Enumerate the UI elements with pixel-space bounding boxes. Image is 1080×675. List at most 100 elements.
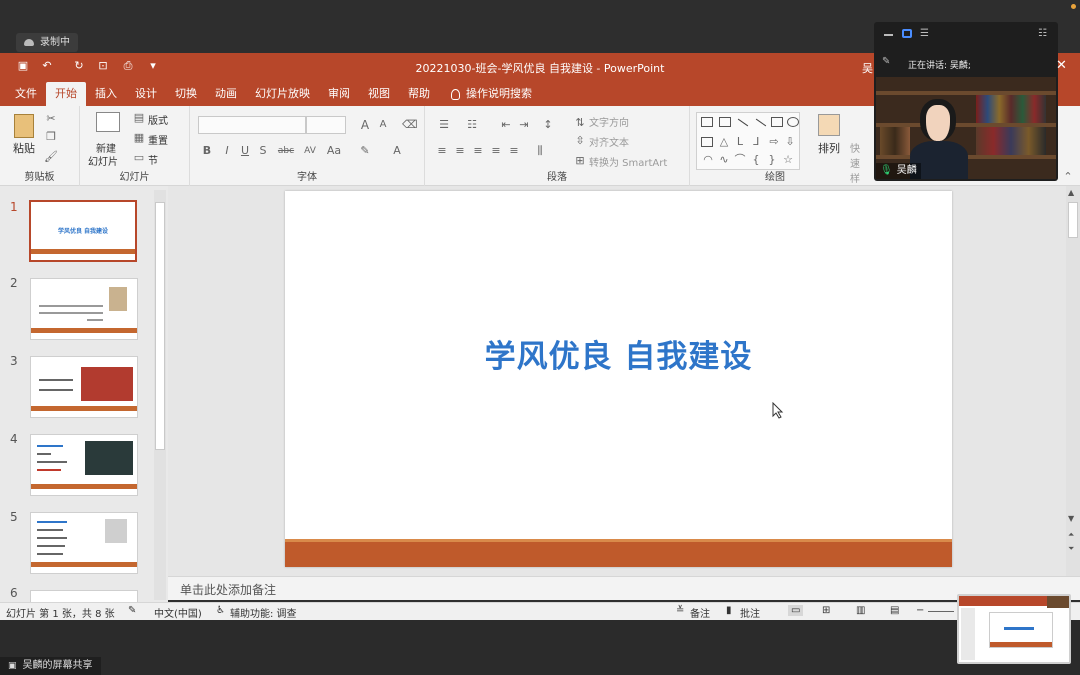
- cut-icon[interactable]: ✂: [44, 112, 58, 126]
- underline-button[interactable]: U: [238, 144, 252, 158]
- zoom-out-icon[interactable]: −: [916, 605, 924, 616]
- tab-home[interactable]: 开始: [46, 82, 86, 106]
- tab-insert[interactable]: 插入: [86, 82, 126, 106]
- comments-toggle[interactable]: 批注: [740, 605, 760, 620]
- section-icon[interactable]: ▭: [132, 151, 146, 165]
- shape-down-arrow-icon[interactable]: ⇩: [783, 135, 797, 149]
- slideshow-view-icon[interactable]: ▤: [890, 605, 899, 616]
- new-slide-icon[interactable]: [96, 112, 120, 132]
- shape-brace-left-icon[interactable]: {: [749, 153, 763, 167]
- thumbnail-scrollbar[interactable]: [154, 190, 166, 600]
- accessibility-icon[interactable]: ♿: [216, 605, 225, 616]
- shape-elbow-icon[interactable]: ᒪ: [733, 135, 747, 149]
- paste-icon[interactable]: [14, 114, 34, 138]
- reset-button[interactable]: 重置: [148, 132, 168, 147]
- align-left-icon[interactable]: ≡: [435, 144, 449, 158]
- shape-textbox-icon[interactable]: [701, 117, 713, 127]
- tab-transitions[interactable]: 切换: [166, 82, 206, 106]
- decrease-indent-icon[interactable]: ⇤: [499, 118, 513, 132]
- paste-button[interactable]: 粘贴: [13, 140, 35, 156]
- shape-elbow2-icon[interactable]: ᒧ: [749, 135, 763, 149]
- decrease-font-icon[interactable]: A: [376, 118, 390, 132]
- speaker-view-icon[interactable]: ☰: [920, 28, 929, 39]
- text-direction-button[interactable]: 文字方向: [589, 114, 629, 129]
- arrange-button[interactable]: 排列: [818, 140, 840, 156]
- tab-review[interactable]: 审阅: [319, 82, 359, 106]
- strikethrough-button[interactable]: abc: [276, 144, 296, 158]
- increase-font-icon[interactable]: A: [358, 118, 372, 132]
- tab-design[interactable]: 设计: [126, 82, 166, 106]
- accessibility-status[interactable]: 辅助功能: 调查: [230, 605, 297, 620]
- font-size-combo[interactable]: [306, 116, 346, 134]
- next-slide-icon[interactable]: ⏷: [1068, 544, 1074, 554]
- line-spacing-icon[interactable]: ↕: [541, 118, 555, 132]
- highlight-icon[interactable]: ✎: [358, 144, 372, 158]
- shape-freeform-icon[interactable]: ◠: [701, 153, 715, 167]
- reset-icon[interactable]: ▦: [132, 131, 146, 145]
- shape-oval-icon[interactable]: [787, 117, 799, 127]
- notes-pane[interactable]: 单击此处添加备注: [168, 576, 1080, 600]
- minimize-icon[interactable]: [884, 34, 893, 36]
- panel-menu-icon[interactable]: ☷: [1038, 28, 1047, 39]
- tell-me-search[interactable]: 操作说明搜索: [439, 82, 541, 106]
- shadow-button[interactable]: S: [256, 144, 270, 158]
- tab-animations[interactable]: 动画: [206, 82, 246, 106]
- increase-indent-icon[interactable]: ⇥: [517, 118, 531, 132]
- user-initial[interactable]: 吴: [862, 60, 873, 76]
- scroll-down-icon[interactable]: ▼: [1068, 514, 1074, 523]
- layout-icon[interactable]: ▤: [132, 111, 146, 125]
- thumbnail-slide-4[interactable]: [30, 434, 138, 496]
- previous-slide-icon[interactable]: ⏶: [1068, 530, 1074, 540]
- tab-view[interactable]: 视图: [359, 82, 399, 106]
- numbering-icon[interactable]: ☷: [465, 118, 479, 132]
- reading-view-icon[interactable]: ▥: [856, 605, 865, 616]
- shape-rect2-icon[interactable]: [701, 137, 713, 147]
- bold-button[interactable]: B: [200, 144, 214, 158]
- shape-arrow-icon[interactable]: [755, 118, 767, 127]
- align-right-icon[interactable]: ≡: [471, 144, 485, 158]
- thumbnail-slide-2[interactable]: [30, 278, 138, 340]
- comments-icon[interactable]: ▮: [726, 605, 732, 616]
- collapse-ribbon-icon[interactable]: ⌃: [1061, 170, 1075, 184]
- thumbnail-slide-3[interactable]: [30, 356, 138, 418]
- shape-triangle-icon[interactable]: △: [717, 135, 731, 149]
- format-painter-icon[interactable]: 🖌: [44, 150, 58, 164]
- clear-format-icon[interactable]: ⌫: [402, 118, 418, 132]
- justify-icon[interactable]: ≡: [489, 144, 503, 158]
- copy-icon[interactable]: ❐: [44, 130, 58, 144]
- gallery-view-icon[interactable]: [902, 29, 912, 38]
- italic-button[interactable]: I: [220, 144, 234, 158]
- slide-title[interactable]: 学风优良 自我建设: [285, 331, 952, 376]
- layout-button[interactable]: 版式: [148, 112, 168, 127]
- slide-sorter-icon[interactable]: ⊞: [822, 605, 830, 616]
- shape-arc-icon[interactable]: ⌒: [733, 153, 747, 167]
- shape-star-icon[interactable]: ☆: [781, 153, 795, 167]
- thumbnail-slide-1[interactable]: 学风优良 自我建设: [29, 200, 137, 262]
- language-indicator[interactable]: 中文(中国): [154, 605, 202, 620]
- shape-curve-icon[interactable]: ∿: [717, 153, 731, 167]
- thumbnail-slide-6[interactable]: [30, 590, 138, 602]
- shape-brace-right-icon[interactable]: }: [765, 153, 779, 167]
- shapes-gallery[interactable]: △ ᒪ ᒧ ⇨ ⇩ ◠ ∿ ⌒ { } ☆: [696, 112, 800, 170]
- normal-view-icon[interactable]: ▭: [788, 605, 804, 616]
- shape-rect-icon[interactable]: [771, 117, 783, 127]
- tab-file[interactable]: 文件: [6, 82, 46, 106]
- scroll-up-icon[interactable]: ▲: [1068, 188, 1074, 197]
- shape-right-arrow-icon[interactable]: ⇨: [767, 135, 781, 149]
- shape-vtextbox-icon[interactable]: [719, 117, 731, 127]
- new-slide-label-2[interactable]: 幻灯片: [88, 153, 118, 168]
- arrange-icon[interactable]: [818, 114, 840, 136]
- slide-scroll-thumb[interactable]: [1068, 202, 1078, 238]
- screen-share-preview[interactable]: [957, 594, 1071, 664]
- font-name-combo[interactable]: [198, 116, 306, 134]
- thumbnail-slide-5[interactable]: [30, 512, 138, 574]
- smartart-button[interactable]: 转换为 SmartArt: [589, 154, 667, 169]
- spacing-button[interactable]: AV: [300, 144, 320, 158]
- bullets-icon[interactable]: ☰: [437, 118, 451, 132]
- shape-line-icon[interactable]: [737, 118, 749, 127]
- align-center-icon[interactable]: ≡: [453, 144, 467, 158]
- zoom-slider[interactable]: [928, 611, 954, 612]
- tab-help[interactable]: 帮助: [399, 82, 439, 106]
- notes-toggle-icon[interactable]: ≚: [676, 605, 684, 616]
- distribute-icon[interactable]: ≡: [507, 144, 521, 158]
